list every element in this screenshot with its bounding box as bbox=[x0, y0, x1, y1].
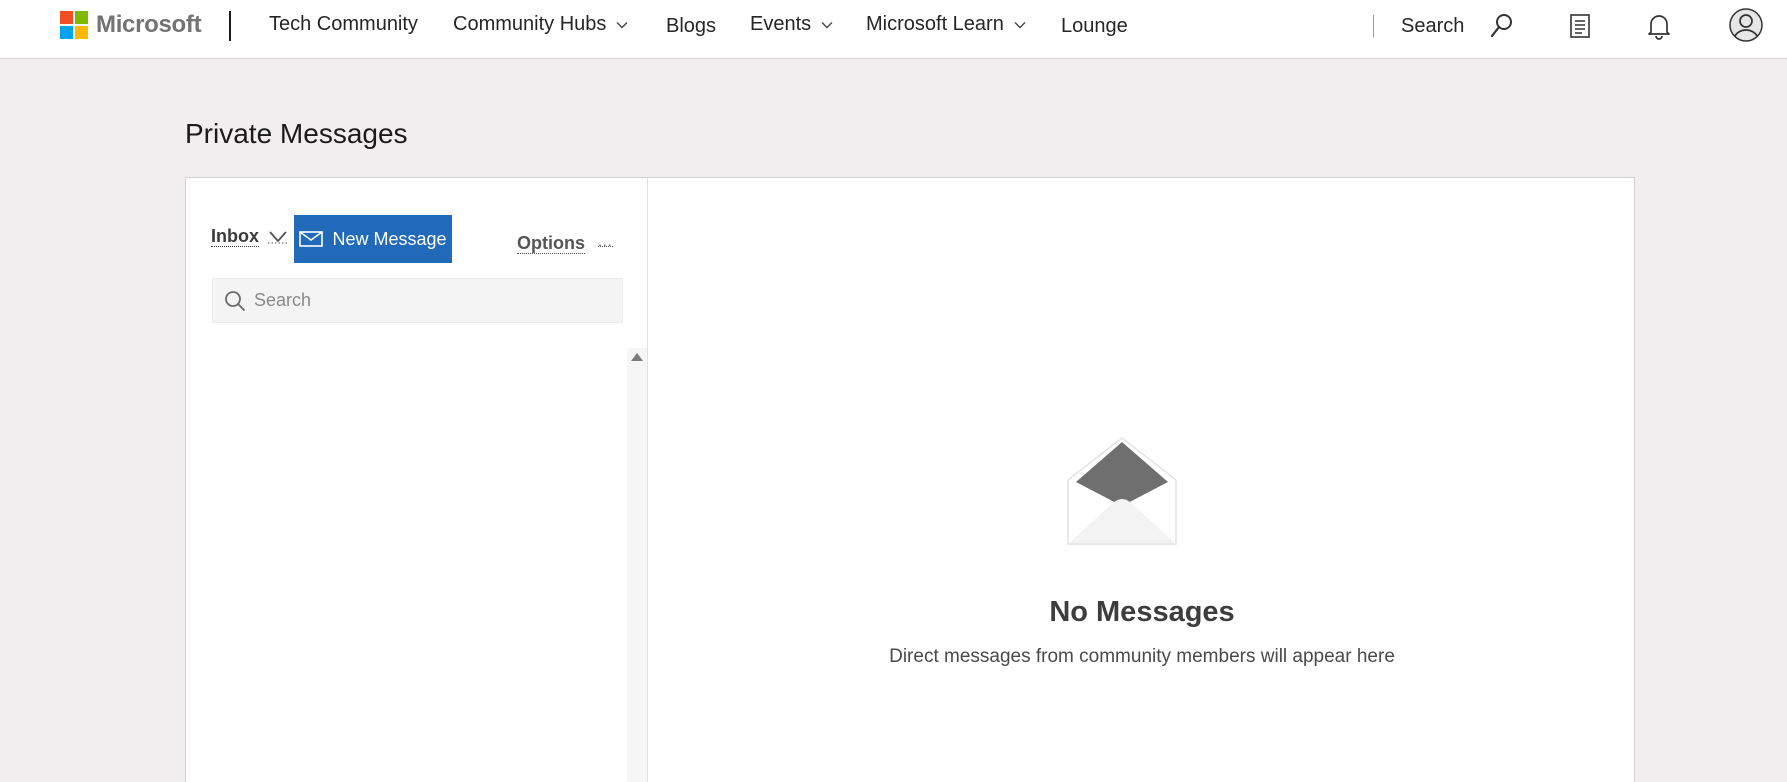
microsoft-logo[interactable]: Microsoft bbox=[60, 11, 202, 39]
chevron-down-icon bbox=[821, 21, 833, 28]
new-message-label: New Message bbox=[332, 228, 447, 249]
nav-blogs-label: Blogs bbox=[666, 15, 717, 37]
empty-state-description: Direct messages from community members w… bbox=[889, 646, 1395, 667]
microsoft-logo-squares bbox=[60, 11, 88, 39]
profile-button[interactable] bbox=[1729, 8, 1763, 47]
empty-state: No Messages Direct messages from communi… bbox=[649, 178, 1635, 782]
open-envelope-icon bbox=[1067, 437, 1177, 545]
avatar-icon bbox=[1729, 8, 1763, 42]
nav-microsoft-learn[interactable]: Microsoft Learn bbox=[866, 13, 1026, 36]
messages-panel: Inbox New Message Options ... Search No … bbox=[185, 177, 1635, 782]
search-separator bbox=[1373, 15, 1374, 37]
new-message-button[interactable]: New Message bbox=[294, 215, 452, 263]
folder-selector[interactable]: Inbox bbox=[211, 226, 259, 247]
search-icon bbox=[1491, 14, 1513, 38]
chevron-down-icon bbox=[616, 21, 628, 28]
message-search-input[interactable] bbox=[254, 290, 614, 311]
nav-search-label: Search bbox=[1401, 14, 1465, 37]
nav-events[interactable]: Events bbox=[750, 13, 833, 36]
nav-events-label: Events bbox=[750, 13, 812, 35]
nav-microsoft-learn-label: Microsoft Learn bbox=[866, 13, 1004, 35]
notifications-button[interactable] bbox=[1646, 12, 1672, 45]
top-navigation: Microsoft Tech Community Community Hubs … bbox=[0, 0, 1787, 59]
envelope-icon bbox=[299, 231, 324, 247]
notes-button[interactable] bbox=[1569, 13, 1591, 44]
options-menu[interactable]: Options bbox=[517, 233, 585, 254]
nav-community-hubs[interactable]: Community Hubs bbox=[453, 13, 628, 36]
chevron-down-icon[interactable] bbox=[267, 230, 289, 244]
notes-icon bbox=[1570, 14, 1590, 38]
bell-icon bbox=[1648, 15, 1670, 40]
nav-tech-community[interactable]: Tech Community bbox=[269, 13, 418, 36]
logo-divider bbox=[229, 11, 231, 41]
nav-search-button[interactable]: Search bbox=[1401, 13, 1514, 39]
message-list-scrollbar[interactable] bbox=[627, 348, 647, 782]
scroll-up-arrow-icon[interactable] bbox=[631, 353, 643, 361]
page-title: Private Messages bbox=[185, 118, 408, 149]
nav-blogs[interactable]: Blogs bbox=[666, 15, 716, 38]
empty-state-title: No Messages bbox=[1049, 596, 1235, 628]
message-list-pane: Inbox New Message Options ... bbox=[186, 178, 648, 782]
search-icon bbox=[225, 290, 245, 311]
message-search[interactable] bbox=[212, 278, 623, 323]
nav-lounge-label: Lounge bbox=[1061, 15, 1128, 37]
nav-lounge[interactable]: Lounge bbox=[1061, 15, 1128, 38]
microsoft-logo-text: Microsoft bbox=[96, 11, 202, 38]
more-options-icon[interactable]: ... bbox=[598, 234, 613, 248]
nav-community-hubs-label: Community Hubs bbox=[453, 13, 607, 35]
chevron-down-icon bbox=[1014, 21, 1026, 28]
